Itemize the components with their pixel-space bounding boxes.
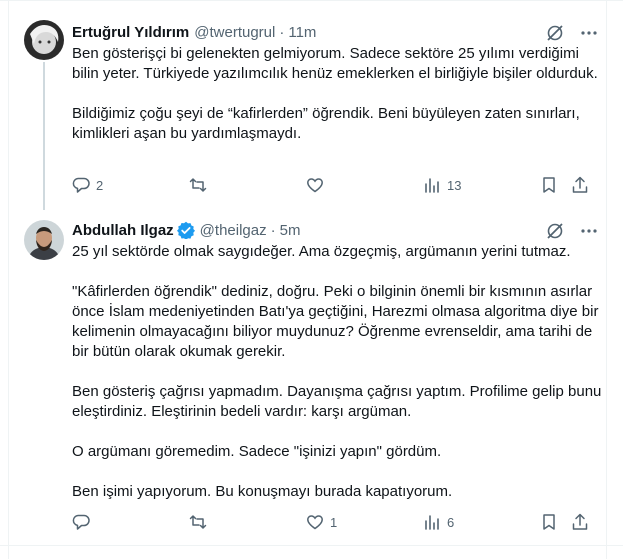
reply-icon (72, 514, 90, 530)
views-count: 6 (447, 514, 455, 530)
views-count: 13 (447, 177, 462, 193)
tweet-header-icons (545, 221, 599, 241)
repost-icon (189, 515, 207, 529)
tweet-header-icons (545, 23, 599, 43)
bookmark-icon (543, 514, 555, 530)
tweet-ertugrul[interactable]: Ertuğrul Yıldırım @twertugrul · 11m Ben … (0, 0, 623, 210)
tweet-text: Ben gösterişçi bi gelenekten gelmiyorum.… (72, 44, 602, 144)
views-button[interactable]: 6 (423, 513, 454, 531)
tweet-text: 25 yıl sektörde olmak saygıdeğer. Ama öz… (72, 242, 602, 502)
like-button[interactable]: 1 (306, 513, 337, 531)
timeline-bottom-border (0, 545, 623, 546)
author-handle[interactable]: @theilgaz (200, 222, 267, 239)
author-name[interactable]: Ertuğrul Yıldırım (72, 24, 189, 41)
timestamp[interactable]: 5m (280, 222, 301, 239)
reply-count: 2 (96, 177, 104, 193)
tweet-paragraph: "Kâfirlerden öğrendik" dediniz, doğru. P… (72, 283, 599, 360)
tweet-paragraph: O argümanı göremedim. Sadece "işinizi ya… (72, 443, 442, 460)
verified-badge-icon (176, 221, 195, 239)
tweet-paragraph: Ben işimi yapıyorum. Bu konuşmayı burada… (72, 483, 453, 500)
separator-dot: · (279, 23, 285, 41)
repost-button[interactable] (189, 513, 213, 531)
tweet-paragraph: Bildiğimiz çoğu şeyi de “kafirlerden” öğ… (72, 105, 580, 142)
share-button[interactable] (571, 176, 589, 194)
share-icon (572, 176, 588, 193)
heart-icon (307, 515, 323, 530)
share-button[interactable] (571, 513, 589, 531)
tweet-paragraph: 25 yıl sektörde olmak saygıdeğer. Ama öz… (72, 243, 571, 260)
grok-icon[interactable] (545, 23, 565, 43)
reply-button[interactable]: 2 (72, 176, 103, 194)
author-name[interactable]: Abdullah Ilgaz (72, 222, 174, 239)
heart-icon (307, 178, 323, 193)
reply-button[interactable] (72, 513, 96, 531)
avatar[interactable] (24, 20, 64, 60)
repost-icon (189, 178, 207, 192)
more-icon[interactable] (579, 221, 599, 241)
tweet-header: Abdullah Ilgaz @theilgaz · 5m (72, 220, 300, 240)
grok-icon[interactable] (545, 221, 565, 241)
bookmark-button[interactable] (540, 176, 558, 194)
views-icon (425, 178, 439, 193)
separator-dot: · (270, 221, 276, 239)
repost-button[interactable] (189, 176, 213, 194)
tweet-header: Ertuğrul Yıldırım @twertugrul · 11m (72, 22, 316, 42)
views-icon (425, 515, 439, 530)
timestamp[interactable]: 11m (288, 24, 316, 41)
views-button[interactable]: 13 (423, 176, 461, 194)
tweet-paragraph: Ben gösteriş çağrısı yapmadım. Dayanışma… (72, 383, 602, 420)
bookmark-button[interactable] (540, 513, 558, 531)
tweet-actions: 1 6 (72, 513, 600, 533)
reply-icon (72, 177, 90, 193)
author-handle[interactable]: @twertugrul (194, 24, 275, 41)
bookmark-icon (543, 177, 555, 193)
avatar[interactable] (24, 220, 64, 260)
tweet-abdullah[interactable]: Abdullah Ilgaz @theilgaz · 5m 25 yıl sek… (0, 210, 623, 545)
like-count: 1 (330, 514, 338, 530)
tweet-actions: 2 13 (72, 176, 600, 196)
share-icon (572, 513, 588, 530)
more-icon[interactable] (579, 23, 599, 43)
thread-line (43, 62, 45, 210)
like-button[interactable] (306, 176, 330, 194)
tweet-paragraph: Ben gösterişçi bi gelenekten gelmiyorum.… (72, 45, 598, 82)
